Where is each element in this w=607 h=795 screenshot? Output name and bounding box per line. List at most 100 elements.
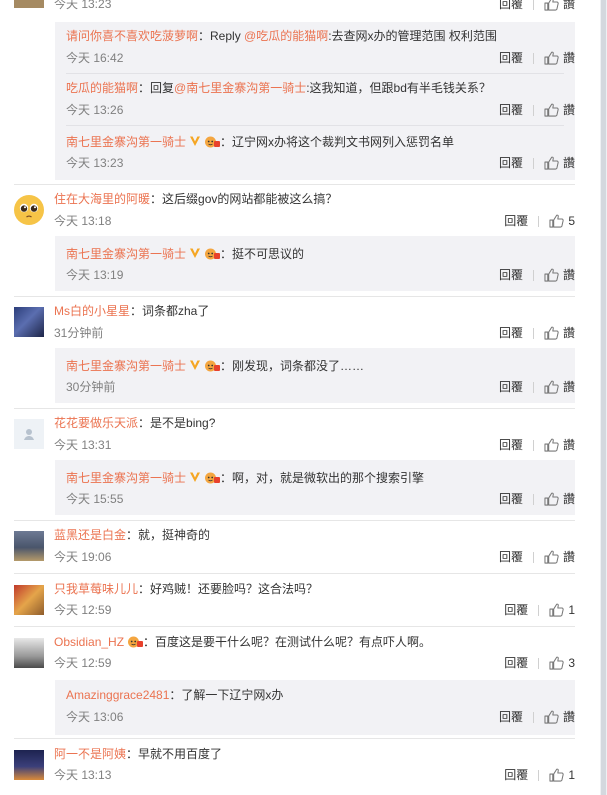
thumbs-up-icon xyxy=(544,550,559,564)
mention-link[interactable]: @南七里金寨沟第一骑士 xyxy=(174,81,306,95)
reply-button[interactable]: 回覆 xyxy=(504,212,528,230)
reply-button[interactable]: 回覆 xyxy=(504,766,528,784)
reply-username[interactable]: 南七里金寨沟第一骑士 xyxy=(66,471,186,485)
action-divider xyxy=(532,52,534,64)
reply-button[interactable]: 回覆 xyxy=(504,654,528,672)
like-button[interactable]: 讚 xyxy=(544,101,575,119)
vip-fan-badge-icon xyxy=(205,248,221,260)
comment-username[interactable]: 阿一不是阿姨 xyxy=(54,747,126,761)
comment-username[interactable]: 花花要做乐天派 xyxy=(54,416,138,430)
reply-button[interactable]: 回覆 xyxy=(499,708,523,726)
like-count: 3 xyxy=(568,656,575,670)
divider xyxy=(66,73,564,74)
thumbs-up-icon xyxy=(544,51,559,65)
divider xyxy=(14,184,575,185)
reply-actions: 回覆 讚 xyxy=(499,490,575,508)
like-button[interactable]: 讚 xyxy=(544,49,575,67)
reply-button[interactable]: 回覆 xyxy=(499,154,523,172)
reply-content: 南七里金寨沟第一骑士 ：刚发现，词条都没了…… xyxy=(66,359,365,373)
reply-actions: 回覆 讚 xyxy=(499,49,575,67)
like-button[interactable]: 讚 xyxy=(544,266,575,284)
divider xyxy=(14,738,575,739)
thumbs-up-icon xyxy=(544,156,559,170)
like-button[interactable]: 1 xyxy=(549,601,575,619)
like-button[interactable]: 讚 xyxy=(544,708,575,726)
scrollbar[interactable] xyxy=(600,0,607,795)
reply-button[interactable]: 回覆 xyxy=(499,266,523,284)
reply-username[interactable]: 南七里金寨沟第一骑士 xyxy=(66,359,186,373)
like-button[interactable]: 讚 xyxy=(544,0,575,13)
scrollbar-thumb[interactable] xyxy=(601,0,606,795)
comment-username[interactable]: 只我草莓味儿儿 xyxy=(54,582,138,596)
reply-button[interactable]: 回覆 xyxy=(499,49,523,67)
thumbs-up-icon xyxy=(549,603,564,617)
reply-time: 今天 13:26 xyxy=(66,103,124,117)
thumbs-up-icon xyxy=(549,768,564,782)
reply-time: 今天 13:06 xyxy=(66,710,124,724)
reply-button[interactable]: 回覆 xyxy=(499,378,523,396)
action-divider xyxy=(532,711,534,723)
like-button[interactable]: 讚 xyxy=(544,154,575,172)
like-button[interactable]: 5 xyxy=(549,212,575,230)
comment-content: 住在大海里的阿暖：这后缀gov的网站都能被这么搞？ xyxy=(54,192,338,206)
comment-time: 今天 13:18 xyxy=(54,214,112,228)
comment-username[interactable]: Obsidian_HZ xyxy=(54,635,124,649)
divider xyxy=(14,626,575,627)
divider xyxy=(14,520,575,521)
reply-content: 吃瓜的能猫啊：回复@南七里金寨沟第一骑士:这我知道，但跟bd有半毛钱关系？ xyxy=(66,81,491,95)
reply-username[interactable]: 南七里金寨沟第一骑士 xyxy=(66,135,186,149)
mention-link[interactable]: @吃瓜的能猫啊 xyxy=(244,29,328,43)
comment-time: 今天 13:13 xyxy=(54,768,112,782)
divider xyxy=(14,573,575,574)
vip-fan-badge-icon xyxy=(128,636,144,648)
comment-username[interactable]: 住在大海里的阿暖 xyxy=(54,192,150,206)
thumbs-up-icon xyxy=(544,326,559,340)
like-button[interactable]: 讚 xyxy=(544,548,575,566)
reply-username[interactable]: Amazinggrace2481 xyxy=(66,688,169,702)
comment-actions: 回覆 讚 xyxy=(499,436,575,454)
action-divider xyxy=(538,657,540,669)
like-button[interactable]: 讚 xyxy=(544,378,575,396)
comment-actions: 回覆 3 xyxy=(504,654,575,672)
reply-button[interactable]: 回覆 xyxy=(504,601,528,619)
verified-v-icon xyxy=(190,136,201,146)
comment-content: 蓝黑还是白金：就，挺神奇的 xyxy=(54,528,211,542)
vip-fan-badge-icon xyxy=(205,360,221,372)
comment-actions: 回覆 5 xyxy=(504,212,575,230)
reply-button[interactable]: 回覆 xyxy=(499,101,523,119)
comment-actions: 回覆 1 xyxy=(504,601,575,619)
reply-content: 南七里金寨沟第一骑士 ：挺不可思议的 xyxy=(66,247,305,261)
reply-button[interactable]: 回覆 xyxy=(499,490,523,508)
comment-time: 今天 12:59 xyxy=(54,603,112,617)
thumbs-up-icon xyxy=(544,710,559,724)
divider xyxy=(14,296,575,297)
reply-time: 今天 15:55 xyxy=(66,492,124,506)
like-button[interactable]: 讚 xyxy=(544,436,575,454)
reply-content: 南七里金寨沟第一骑士 ：啊，对，就是微软出的那个搜索引擎 xyxy=(66,471,425,485)
reply-actions: 回覆 讚 xyxy=(499,266,575,284)
comment-actions: 回覆 讚 xyxy=(499,0,575,13)
action-divider xyxy=(538,604,540,616)
like-button[interactable]: 1 xyxy=(549,766,575,784)
comment-time: 今天 13:31 xyxy=(54,438,112,452)
thumbs-up-icon xyxy=(549,214,564,228)
reply-username[interactable]: 请问你喜不喜欢吃菠萝啊 xyxy=(66,29,198,43)
reply-button[interactable]: 回覆 xyxy=(499,324,523,342)
comment-username[interactable]: Ms白的小星星 xyxy=(54,304,130,318)
reply-time: 30分钟前 xyxy=(66,380,116,394)
action-divider xyxy=(532,104,534,116)
reply-username[interactable]: 南七里金寨沟第一骑士 xyxy=(66,247,186,261)
like-button[interactable]: 3 xyxy=(549,654,575,672)
action-divider xyxy=(538,769,540,781)
reply-button[interactable]: 回覆 xyxy=(499,0,523,13)
like-button[interactable]: 讚 xyxy=(544,324,575,342)
comment-username[interactable]: 蓝黑还是白金 xyxy=(54,528,126,542)
like-button[interactable]: 讚 xyxy=(544,490,575,508)
reply-actions: 回覆 讚 xyxy=(499,708,575,726)
thumbs-up-icon xyxy=(544,0,559,11)
reply-username[interactable]: 吃瓜的能猫啊 xyxy=(66,81,138,95)
reply-button[interactable]: 回覆 xyxy=(499,548,523,566)
like-count: 1 xyxy=(568,768,575,782)
reply-button[interactable]: 回覆 xyxy=(499,436,523,454)
reply-actions: 回覆 讚 xyxy=(499,101,575,119)
